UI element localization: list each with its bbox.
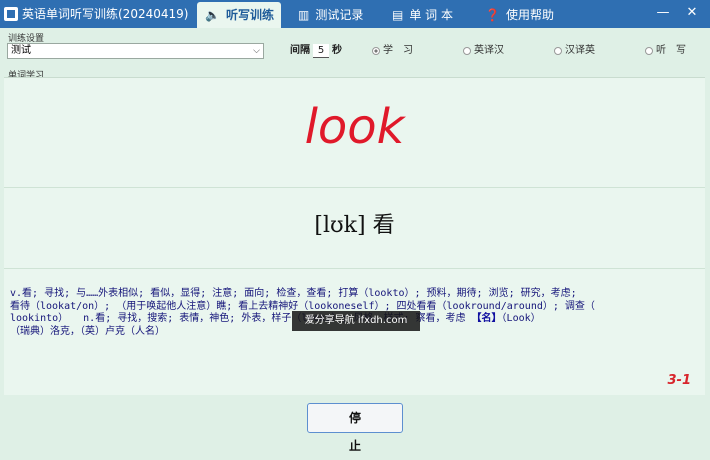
radio-circle-icon <box>463 47 471 55</box>
speaker-icon: 🔈 <box>205 8 220 22</box>
tab-label: 测试记录 <box>315 8 364 22</box>
divider <box>4 268 705 269</box>
interval-setting: 间隔 5 秒 <box>290 43 342 59</box>
tab-dictation-training[interactable]: 🔈 听写训练 <box>197 2 281 28</box>
book-icon: ▤ <box>392 8 404 22</box>
tab-label: 单 词 本 <box>409 8 453 22</box>
mode-label: 听 写 <box>656 45 686 56</box>
mode-radio-study[interactable]: 学 习 <box>372 43 413 59</box>
mode-radio-dictation[interactable]: 听 写 <box>645 43 686 59</box>
interval-label: 间隔 <box>290 45 310 56</box>
current-word: look <box>304 99 405 155</box>
bar-chart-icon: ▥ <box>298 8 310 22</box>
app-title: 英语单词听写训练(20240419) <box>4 0 188 28</box>
radio-circle-icon <box>554 47 562 55</box>
definition-tag: 【名】 <box>471 313 502 324</box>
mode-radio-en-to-cn[interactable]: 英译汉 <box>463 43 504 59</box>
mode-label: 汉译英 <box>565 45 595 56</box>
wordbook-select[interactable]: 测试 ⌵ <box>7 43 264 59</box>
word-study-panel: look [lʊk] 看 v.看; 寻找; 与……外表相似; 看似，显得; 注意… <box>4 77 705 395</box>
mode-label: 英译汉 <box>474 45 504 56</box>
app-icon <box>4 7 18 21</box>
tab-wordbook[interactable]: ▤ 单 词 本 <box>384 2 474 28</box>
title-bar: 英语单词听写训练(20240419) 🔈 听写训练 ▥ 测试记录 ▤ 单 词 本… <box>0 0 710 28</box>
definition-text: （Look） <box>501 313 541 324</box>
stop-button[interactable]: 停止 <box>307 403 403 453</box>
radio-circle-icon <box>645 47 653 55</box>
interval-input[interactable]: 5 <box>313 44 329 58</box>
chevron-down-icon: ⌵ <box>253 46 260 56</box>
mode-label: 学 习 <box>383 45 413 56</box>
tab-test-records[interactable]: ▥ 测试记录 <box>290 2 380 28</box>
radio-circle-icon <box>372 47 380 55</box>
tab-label: 听写训练 <box>225 8 274 22</box>
phonetic-and-meaning: [lʊk] 看 <box>314 213 395 238</box>
close-button[interactable]: ✕ <box>683 4 701 22</box>
tab-label: 使用帮助 <box>505 8 554 22</box>
wordbook-select-value: 测试 <box>11 45 31 56</box>
mode-radio-cn-to-en[interactable]: 汉译英 <box>554 43 595 59</box>
tab-help[interactable]: ❓ 使用帮助 <box>477 2 573 28</box>
divider <box>4 187 705 188</box>
watermark: 爱分享导航 ifxdh.com <box>292 311 420 331</box>
definition-line: v.看; 寻找; 与……外表相似; 看似，显得; 注意; 面向; 检查，查看; … <box>10 288 577 299</box>
progress-counter: 3-1 <box>667 373 692 388</box>
app-title-text: 英语单词听写训练(20240419) <box>22 7 189 21</box>
interval-unit: 秒 <box>332 45 342 56</box>
help-icon: ❓ <box>485 8 500 22</box>
minimize-button[interactable]: — <box>654 4 672 22</box>
